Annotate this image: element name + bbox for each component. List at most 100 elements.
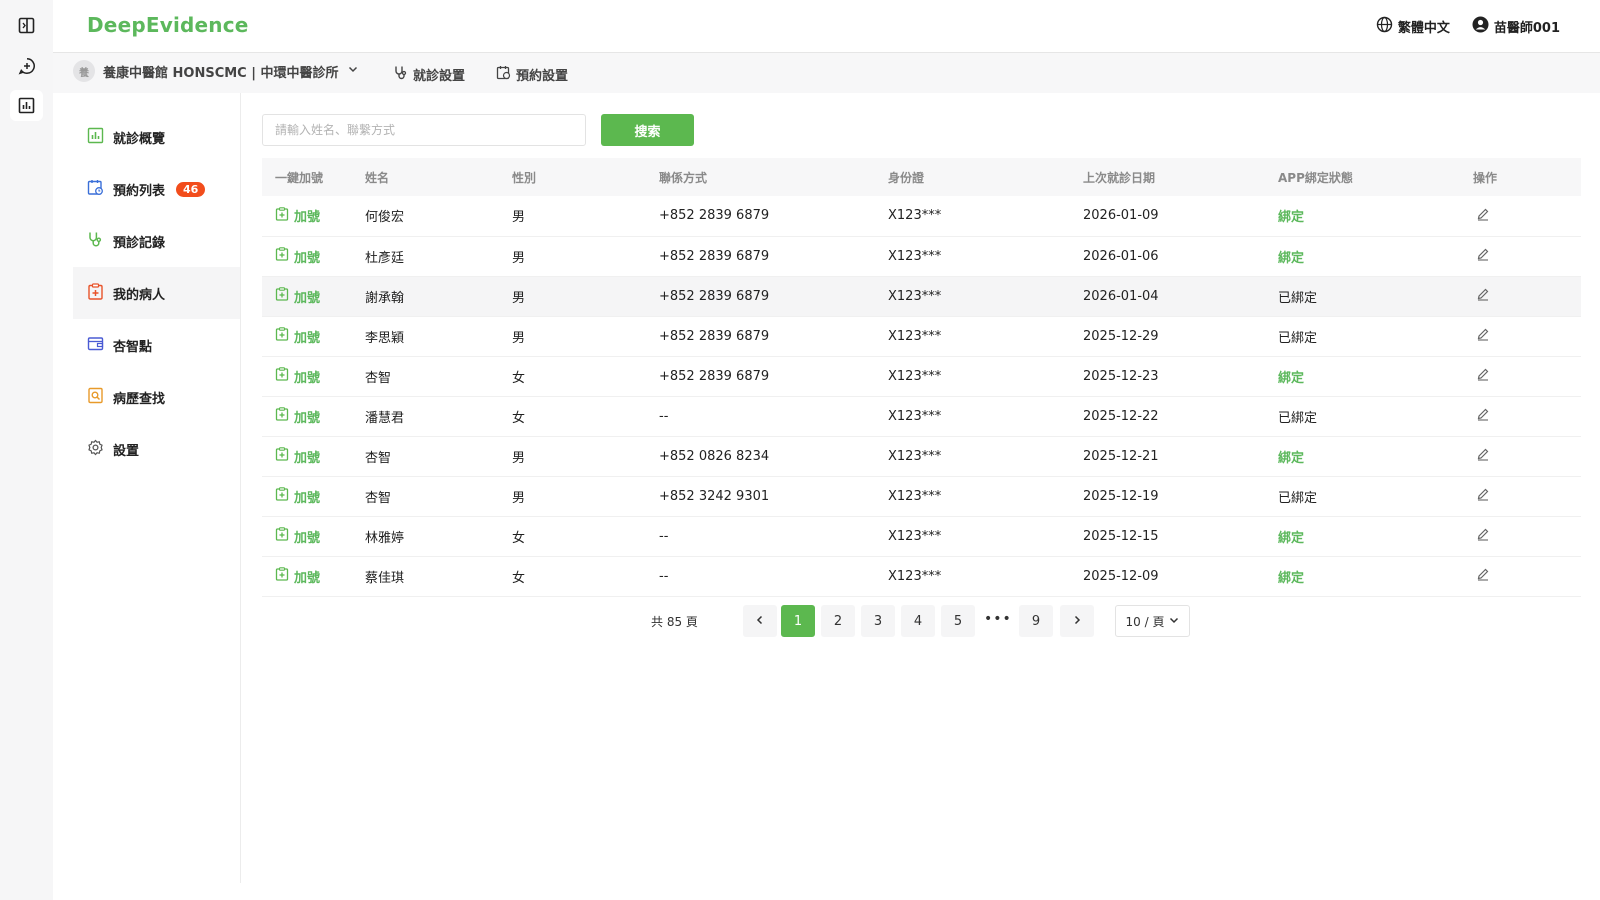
column-header: 操作	[1473, 170, 1498, 185]
clinic-name: 養康中醫館 HONSCMC | 中環中醫診所	[103, 65, 339, 81]
patient-id: X123***	[888, 408, 942, 424]
sidebar-item-pre-consult[interactable]: 預診記錄	[73, 215, 240, 267]
add-label: 加號	[294, 450, 321, 466]
patient-name: 林雅婷	[365, 530, 405, 546]
app-bind-status: 綁定	[1265, 196, 1460, 236]
sidebar-item-overview[interactable]: 就診概覽	[73, 111, 240, 163]
visit-settings-link[interactable]: 就診設置	[393, 65, 465, 84]
clipboard-plus-icon	[87, 282, 104, 304]
sidebar-item-my-patients[interactable]: 我的病人	[73, 267, 240, 319]
sidebar-item-label: 預診記錄	[113, 235, 166, 251]
user-avatar-icon	[1472, 16, 1489, 37]
main-area: DeepEvidence 繁體中文 苗醫師001 養 養康中醫館 HONSCMC…	[53, 0, 1600, 900]
table-row[interactable]: 加號 謝承翰 男 +852 2839 6879 X123*** 2026-01-04 已綁定	[262, 276, 1581, 316]
page-1-button[interactable]: 1	[781, 605, 815, 637]
sidebar-item-settings[interactable]: 設置	[73, 423, 240, 475]
add-number-button[interactable]: 加號	[275, 487, 352, 506]
icon-rail	[0, 0, 53, 900]
brand-logo[interactable]: DeepEvidence	[87, 13, 249, 37]
appointment-settings-link[interactable]: 預約設置	[496, 65, 568, 84]
actions-cell	[1460, 516, 1581, 556]
bind-status-label[interactable]: 綁定	[1278, 210, 1304, 225]
add-number-button[interactable]: 加號	[275, 247, 352, 266]
sidebar-item-record-search[interactable]: 病歷查找	[73, 371, 240, 423]
patient-phone: --	[659, 568, 669, 584]
edit-icon[interactable]	[1473, 447, 1490, 465]
page-2-button[interactable]: 2	[821, 605, 855, 637]
add-number-button[interactable]: 加號	[275, 206, 352, 225]
actions-cell	[1460, 436, 1581, 476]
sidebar-item-appointments[interactable]: 預約列表 46	[73, 163, 240, 215]
page-size-select[interactable]: 10 / 頁	[1115, 605, 1190, 637]
add-number-button[interactable]: 加號	[275, 327, 352, 346]
edit-icon[interactable]	[1473, 527, 1490, 545]
app-bind-status: 已綁定	[1265, 276, 1460, 316]
bind-status-label[interactable]: 綁定	[1278, 451, 1304, 466]
bind-status-label[interactable]: 綁定	[1278, 251, 1304, 266]
bind-status-label[interactable]: 綁定	[1278, 371, 1304, 386]
edit-icon[interactable]	[1473, 207, 1490, 225]
add-number-button[interactable]: 加號	[275, 287, 352, 306]
clinic-selector[interactable]: 養 養康中醫館 HONSCMC | 中環中醫診所	[73, 60, 359, 82]
add-number-button[interactable]: 加號	[275, 447, 352, 466]
table-row[interactable]: 加號 杜彥廷 男 +852 2839 6879 X123*** 2026-01-06 綁定	[262, 236, 1581, 276]
prev-page-button[interactable]	[743, 605, 777, 637]
panel-toggle-icon[interactable]	[10, 10, 43, 41]
add-number-button[interactable]: 加號	[275, 367, 352, 386]
edit-icon[interactable]	[1473, 247, 1490, 265]
table-row[interactable]: 加號 蔡佳琪 女 -- X123*** 2025-12-09 綁定	[262, 556, 1581, 596]
visit-settings-label: 就診設置	[413, 69, 466, 84]
wallet-icon	[87, 335, 104, 356]
last-visit-date: 2025-12-15	[1083, 528, 1159, 544]
table-row[interactable]: 加號 李思穎 男 +852 2839 6879 X123*** 2025-12-29 已綁定	[262, 316, 1581, 356]
edit-icon[interactable]	[1473, 287, 1490, 305]
bind-status-label: 已綁定	[1278, 330, 1318, 346]
table-row[interactable]: 加號 杏智 男 +852 3242 9301 X123*** 2025-12-19 已綁定	[262, 476, 1581, 516]
bind-status-label[interactable]: 綁定	[1278, 531, 1304, 546]
patient-id: X123***	[888, 488, 942, 504]
table-row[interactable]: 加號 何俊宏 男 +852 2839 6879 X123*** 2026-01-09 綁定	[262, 196, 1581, 236]
sub-bar: 養 養康中醫館 HONSCMC | 中環中醫診所 就診設置 預約設置	[53, 53, 1600, 93]
add-label: 加號	[294, 210, 321, 226]
page-ellipsis[interactable]: •••	[984, 611, 1012, 627]
sidebar-item-label: 杏智點	[113, 339, 153, 355]
edit-icon[interactable]	[1473, 407, 1490, 425]
table-row[interactable]: 加號 潘慧君 女 -- X123*** 2025-12-22 已綁定	[262, 396, 1581, 436]
table-row[interactable]: 加號 林雅婷 女 -- X123*** 2025-12-15 綁定	[262, 516, 1581, 556]
edit-icon[interactable]	[1473, 327, 1490, 345]
patient-phone: +852 2839 6879	[659, 368, 770, 384]
page-4-button[interactable]: 4	[901, 605, 935, 637]
page-9-button[interactable]: 9	[1019, 605, 1053, 637]
edit-icon[interactable]	[1473, 487, 1490, 505]
sidebar-item-points[interactable]: 杏智點	[73, 319, 240, 371]
actions-cell	[1460, 396, 1581, 436]
patient-name: 謝承翰	[365, 290, 405, 306]
add-number-button[interactable]: 加號	[275, 527, 352, 546]
bind-status-label[interactable]: 綁定	[1278, 571, 1304, 586]
search-button[interactable]: 搜索	[601, 114, 694, 146]
new-chat-icon[interactable]	[10, 50, 43, 81]
next-page-button[interactable]	[1060, 605, 1094, 637]
app-bind-status: 綁定	[1265, 556, 1460, 596]
bind-status-label: 已綁定	[1278, 290, 1318, 306]
page-3-button[interactable]: 3	[861, 605, 895, 637]
last-visit-date: 2025-12-23	[1083, 368, 1159, 384]
edit-icon[interactable]	[1473, 567, 1490, 585]
add-number-button[interactable]: 加號	[275, 567, 352, 586]
add-cell: 加號	[262, 316, 352, 356]
last-visit-date: 2026-01-09	[1083, 208, 1159, 224]
language-switcher[interactable]: 繁體中文	[1376, 16, 1450, 37]
chart-icon[interactable]	[10, 90, 43, 121]
patient-id: X123***	[888, 568, 942, 584]
actions-cell	[1460, 276, 1581, 316]
add-number-button[interactable]: 加號	[275, 407, 352, 426]
add-label: 加號	[294, 370, 321, 386]
page-5-button[interactable]: 5	[941, 605, 975, 637]
patient-phone: +852 2839 6879	[659, 288, 770, 304]
table-row[interactable]: 加號 杏智 女 +852 2839 6879 X123*** 2025-12-23 綁定	[262, 356, 1581, 396]
user-menu[interactable]: 苗醫師001	[1472, 16, 1560, 37]
edit-icon[interactable]	[1473, 367, 1490, 385]
search-input[interactable]	[262, 114, 586, 146]
add-label: 加號	[294, 490, 321, 506]
table-row[interactable]: 加號 杏智 男 +852 0826 8234 X123*** 2025-12-21 綁定	[262, 436, 1581, 476]
